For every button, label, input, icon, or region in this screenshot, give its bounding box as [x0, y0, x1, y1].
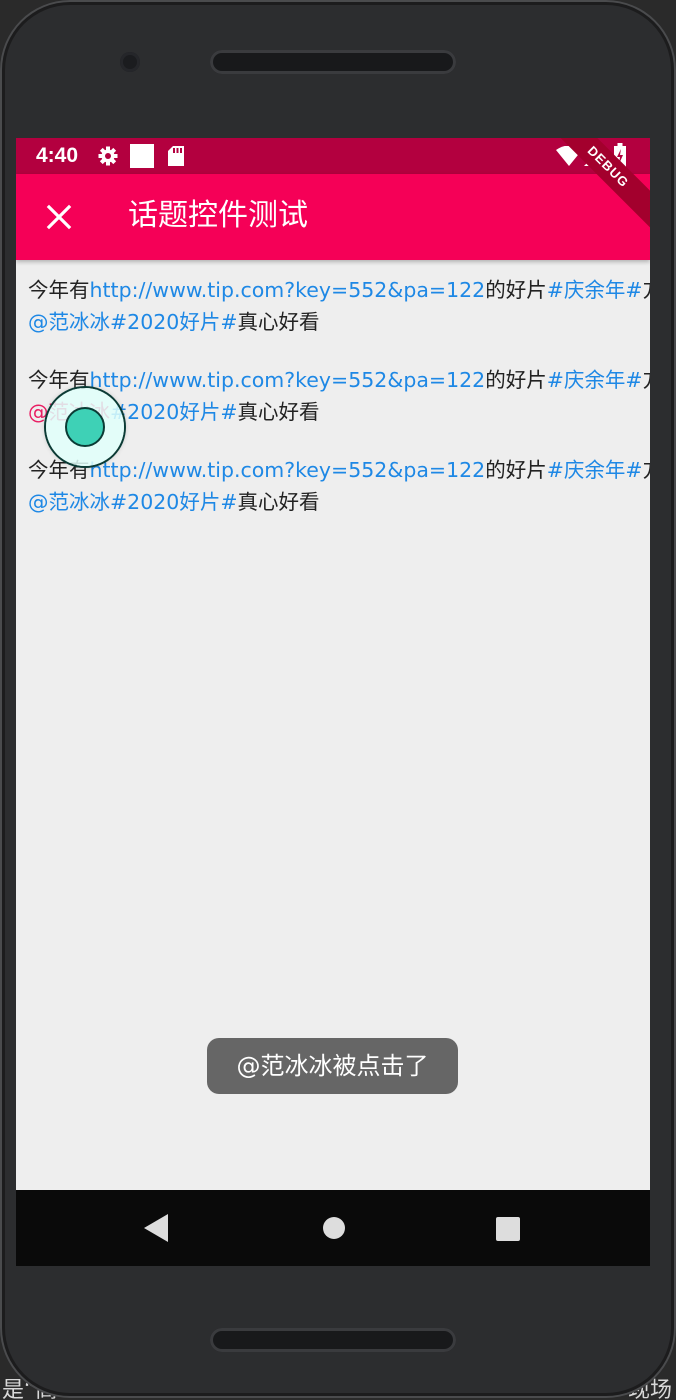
plain-text: 真心好看 [237, 400, 320, 424]
hashtag-link[interactable]: #2020好片# [110, 490, 238, 514]
page-title: 话题控件测试 [128, 198, 308, 233]
app-bar: 话题控件测试 [16, 174, 650, 260]
plain-text: 今年有 [28, 278, 90, 302]
plain-text: 方 [643, 368, 650, 392]
status-bar: 4:40 [16, 138, 650, 174]
phone-frame: 4:40 DEBUG 话题控件测试 今年有http://www.tip.com?… [0, 0, 676, 1398]
square-icon [130, 144, 154, 168]
touch-indicator [46, 388, 124, 466]
sd-card-icon [168, 146, 184, 166]
plain-text: 的好片 [485, 278, 547, 302]
close-icon[interactable] [46, 204, 72, 230]
bottom-speaker [210, 1328, 456, 1352]
plain-text: 的好片 [485, 368, 547, 392]
plain-text: 方 [643, 458, 650, 482]
front-camera [120, 52, 140, 72]
back-triangle-icon[interactable] [144, 1214, 168, 1242]
mention-link[interactable]: @范冰冰 [28, 310, 110, 334]
url-link[interactable]: http://www.tip.com?key=552&pa=122 [90, 278, 486, 302]
url-link[interactable]: http://www.tip.com?key=552&pa=122 [90, 458, 486, 482]
hashtag-link[interactable]: #庆余年# [547, 368, 643, 392]
topic-line: @范冰冰#2020好片#真心好看 [28, 486, 640, 518]
mention-link[interactable]: @范冰冰 [28, 490, 110, 514]
plain-text: 的好片 [485, 458, 547, 482]
earpiece-speaker [210, 50, 456, 74]
toast-message: @范冰冰被点击了 [207, 1038, 458, 1094]
topic-text-block: 今年有http://www.tip.com?key=552&pa=122的好片#… [28, 454, 650, 518]
navigation-bar [16, 1190, 650, 1266]
topic-text-block: 今年有http://www.tip.com?key=552&pa=122的好片#… [28, 274, 650, 338]
plain-text: 真心好看 [237, 310, 320, 334]
topic-line: 今年有http://www.tip.com?key=552&pa=122的好片#… [28, 454, 650, 486]
topic-line: @范冰冰#2020好片#真心好看 [28, 306, 640, 338]
gear-icon [98, 146, 118, 166]
plain-text: 方 [643, 278, 650, 302]
home-circle-icon[interactable] [321, 1215, 347, 1241]
hashtag-link[interactable]: #庆余年# [547, 458, 643, 482]
url-link[interactable]: http://www.tip.com?key=552&pa=122 [90, 368, 486, 392]
topic-line: 今年有http://www.tip.com?key=552&pa=122的好片#… [28, 274, 650, 306]
hashtag-link[interactable]: #庆余年# [547, 278, 643, 302]
device-screen: 4:40 DEBUG 话题控件测试 今年有http://www.tip.com?… [16, 138, 650, 1266]
touch-indicator-core [65, 407, 105, 447]
plain-text: 真心好看 [237, 490, 320, 514]
hashtag-link[interactable]: #2020好片# [110, 310, 238, 334]
hashtag-link[interactable]: #2020好片# [110, 400, 238, 424]
status-time: 4:40 [36, 144, 79, 167]
topic-line: 今年有http://www.tip.com?key=552&pa=122的好片#… [28, 364, 650, 396]
recents-square-icon[interactable] [496, 1217, 520, 1241]
